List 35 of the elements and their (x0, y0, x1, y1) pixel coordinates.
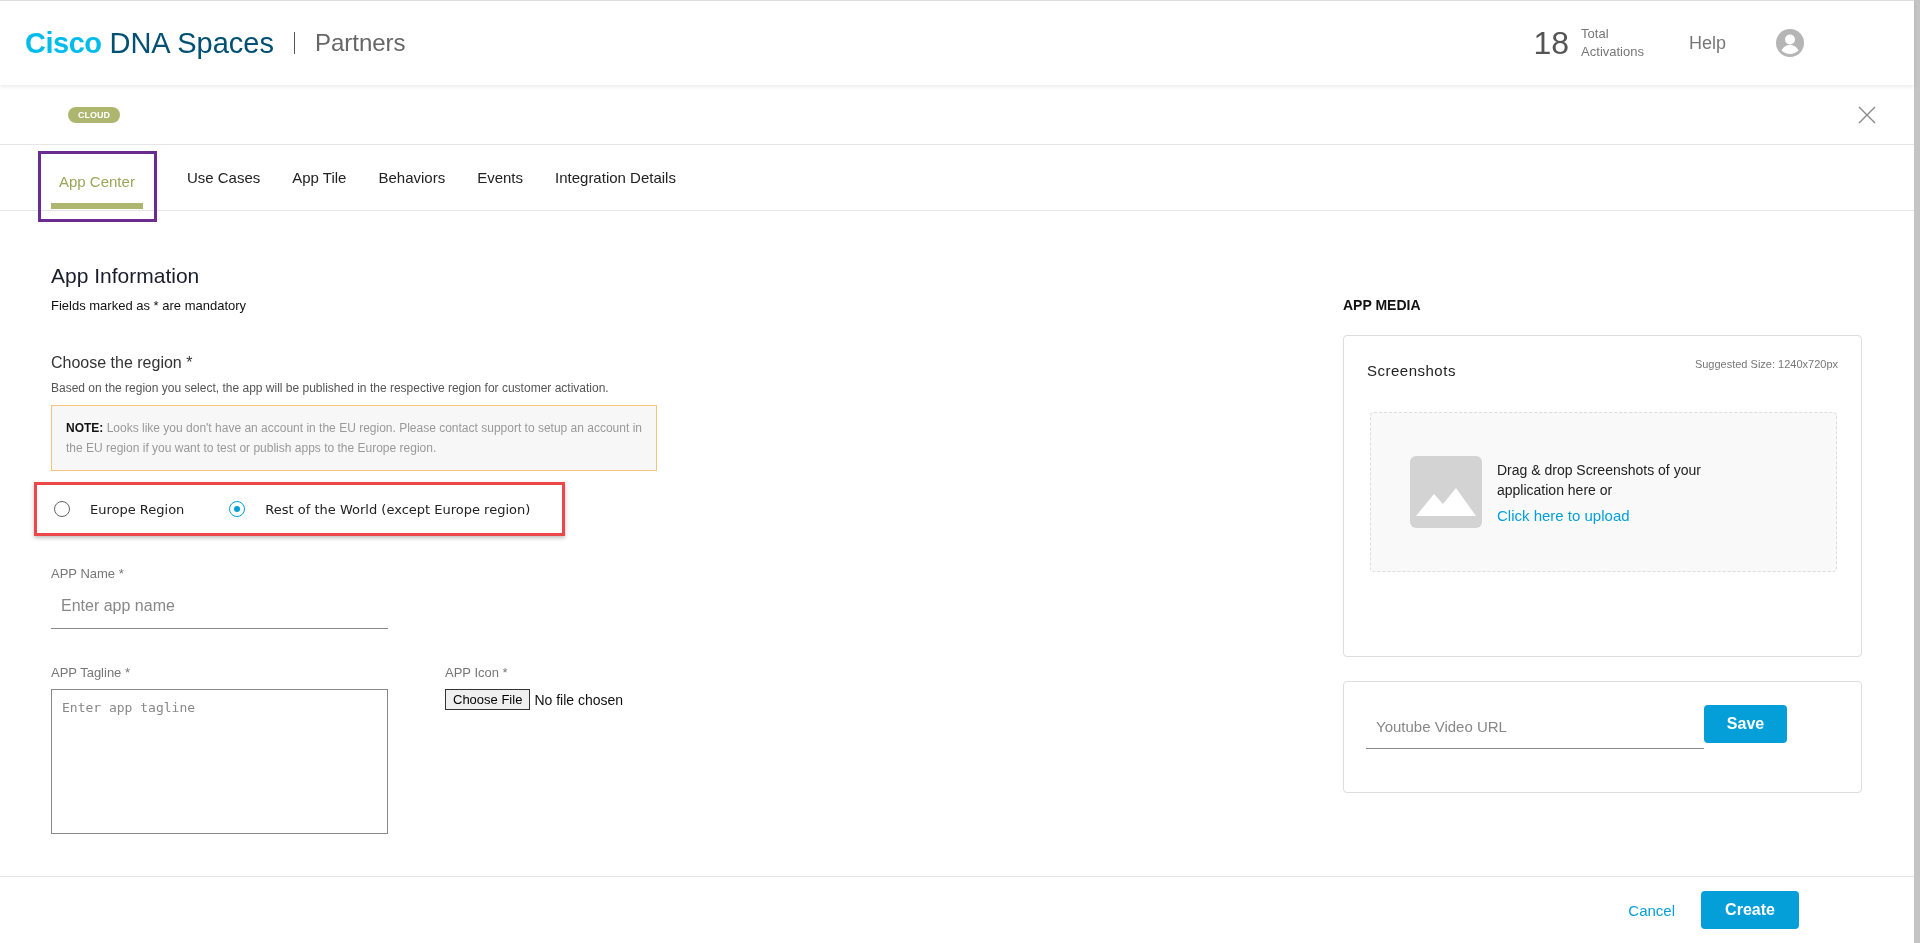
drop-instructions: Drag & drop Screenshots of your application here or (1497, 460, 1702, 500)
field-label: APP Icon * (445, 665, 509, 680)
region-description: Based on the region you select, the app will be published in the respective region for customer activation. (51, 381, 610, 395)
card-title: Screenshots (1367, 362, 1456, 379)
tab[interactable]: App Tile (284, 145, 355, 210)
section-title: App Information (51, 264, 201, 288)
tab[interactable]: Integration Details (547, 145, 684, 210)
warning-note: NOTE: Looks like you don't have an account in the EU region. Please contact support to setup an account in the EU region if you want to test or publish apps to the Europe region. (51, 405, 657, 471)
size-hint: Suggested Size: 1240x720px (1694, 358, 1838, 370)
field-label: Choose the region * (51, 354, 194, 372)
drop-zone[interactable]: Drag & drop Screenshots of your application here or Click here to upload (1370, 412, 1837, 572)
user-avatar-icon[interactable] (1776, 29, 1804, 57)
activations-label: Activations (1581, 43, 1644, 61)
choose-file-button[interactable]: Choose File (445, 689, 531, 710)
cloud-badge: CLOUD (68, 106, 120, 123)
help-link[interactable]: Help (1688, 32, 1726, 54)
tab[interactable]: Behaviors (370, 145, 454, 210)
brand-subtitle: DNA Spaces (109, 26, 274, 60)
field-label: APP Name * (51, 566, 125, 581)
close-icon[interactable] (1858, 105, 1876, 124)
file-status: No file chosen (534, 691, 624, 708)
radio-label[interactable]: Rest of the World (except Europe region) (265, 501, 531, 517)
tab[interactable]: Events (469, 145, 531, 210)
radio-label[interactable]: Europe Region (90, 501, 185, 517)
product-name: Partners (314, 29, 406, 57)
tab[interactable]: Use Cases (178, 145, 269, 210)
mandatory-note: Fields marked as * are mandatory (51, 298, 248, 313)
image-placeholder-icon (1410, 456, 1482, 528)
video-url-field[interactable]: Youtube Video URL (1366, 705, 1704, 749)
brand-name: Cisco (25, 26, 102, 60)
tagline-field[interactable]: Enter app tagline (51, 689, 388, 834)
field-label: APP Tagline * (51, 665, 132, 680)
activations-label: Total (1581, 25, 1610, 43)
activations-count: 18 (1533, 24, 1570, 62)
section-heading: APP MEDIA (1343, 297, 1422, 313)
